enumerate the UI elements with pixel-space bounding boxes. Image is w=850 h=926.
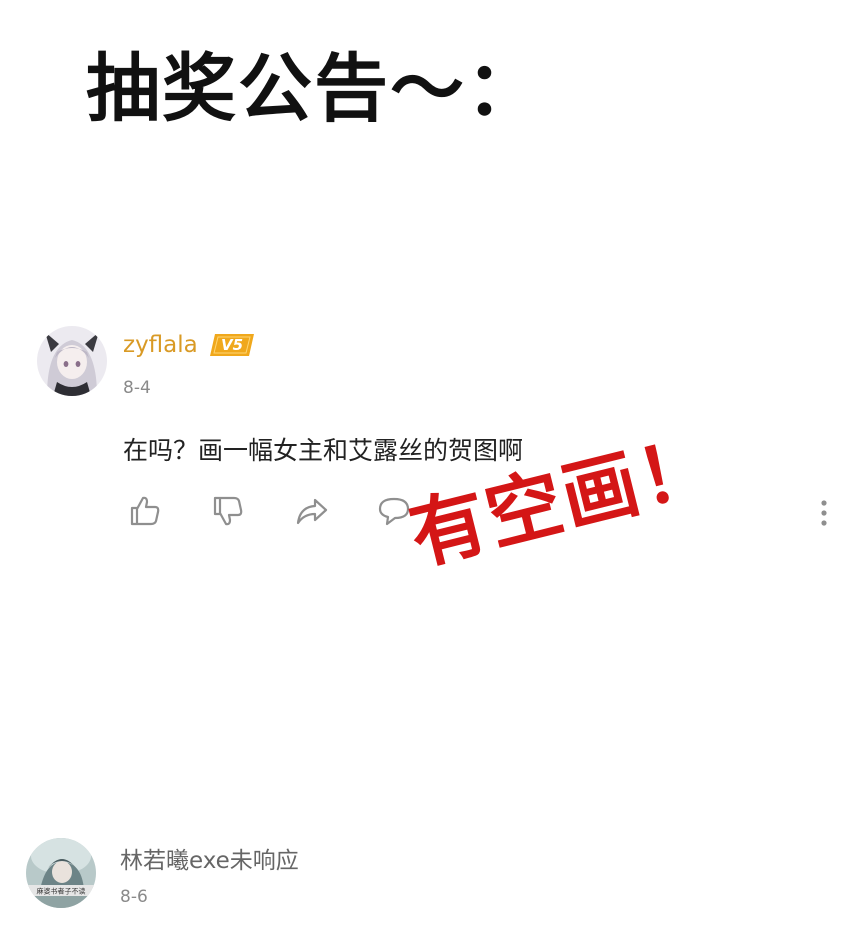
avatar[interactable]: 麻婆书者子不读	[26, 838, 96, 908]
share-button[interactable]	[295, 494, 329, 528]
avatar-caption: 麻婆书者子不读	[37, 887, 86, 896]
like-button[interactable]	[128, 494, 162, 528]
thumbs-down-icon	[213, 496, 243, 526]
comment-date: 8-6	[120, 887, 148, 907]
vip-badge-label: V5	[220, 336, 244, 354]
username[interactable]: zyflala	[123, 334, 198, 357]
avatar[interactable]	[37, 326, 107, 396]
dislike-button[interactable]	[211, 494, 245, 528]
anime-girl-avatar-icon	[37, 326, 107, 396]
thumbs-up-icon	[130, 496, 160, 526]
vip-badge: V5	[210, 334, 254, 356]
comment-date: 8-4	[123, 378, 151, 398]
anime-avatar-icon: 麻婆书者子不读	[26, 838, 96, 908]
announcement-title: 抽奖公告～：	[86, 46, 542, 132]
comment-content: 在吗？画一幅女主和艾露丝的贺图啊	[123, 436, 524, 465]
username[interactable]: 林若曦exe未响应	[120, 850, 299, 873]
more-options-button[interactable]	[814, 498, 834, 528]
more-vertical-icon	[821, 500, 827, 526]
share-icon	[296, 498, 328, 525]
